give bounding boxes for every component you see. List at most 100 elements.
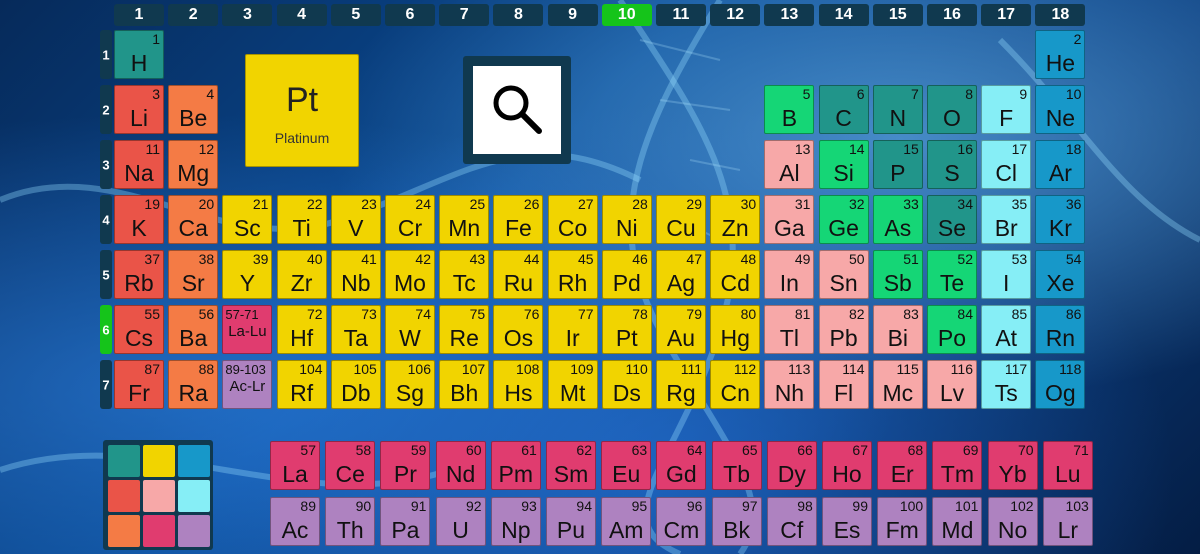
element-tile-sr[interactable]: 38 Sr — [168, 250, 219, 299]
element-tile-li[interactable]: 3 Li — [114, 85, 164, 134]
element-tile-fe[interactable]: 26 Fe — [493, 195, 544, 244]
group-header-9[interactable]: 9 — [547, 4, 598, 26]
element-tile-co[interactable]: 27 Co — [547, 195, 598, 244]
element-tile-ni[interactable]: 28 Ni — [601, 195, 652, 244]
group-header-8[interactable]: 8 — [493, 4, 544, 26]
element-tile-nh[interactable]: 113 Nh — [764, 360, 815, 409]
group-header-1[interactable]: 1 — [114, 4, 164, 26]
period-header-3[interactable]: 3 — [100, 140, 112, 189]
palette-swatch-pink[interactable] — [143, 480, 175, 512]
element-tile-n[interactable]: 7N — [872, 85, 923, 134]
element-tile-cs[interactable]: 55 Cs — [114, 305, 164, 354]
element-tile-og[interactable]: 118 Og — [1035, 360, 1086, 409]
element-tile-sn[interactable]: 50 Sn — [818, 250, 869, 299]
group-header-3[interactable]: 3 — [222, 4, 273, 26]
element-tile-sm[interactable]: 62 Sm — [546, 441, 596, 490]
element-tile-am[interactable]: 95 Am — [601, 497, 652, 546]
period-header-5[interactable]: 5 — [100, 250, 112, 299]
element-tile-kr[interactable]: 36 Kr — [1035, 195, 1086, 244]
element-tile-h[interactable]: 1H — [114, 30, 164, 79]
element-tile-br[interactable]: 35 Br — [981, 195, 1032, 244]
element-tile-np[interactable]: 93 Np — [490, 497, 541, 546]
element-tile-rh[interactable]: 45 Rh — [547, 250, 598, 299]
element-tile-es[interactable]: 99 Es — [822, 497, 872, 546]
element-tile-ba[interactable]: 56 Ba — [168, 305, 219, 354]
element-tile-si[interactable]: 14 Si — [818, 140, 869, 189]
element-tile-lv[interactable]: 116 Lv — [927, 360, 977, 409]
element-tile-mo[interactable]: 42 Mo — [385, 250, 435, 299]
element-tile-hf[interactable]: 72 Hf — [276, 305, 327, 354]
period-header-6[interactable]: 6 — [100, 305, 112, 354]
element-tile-lu[interactable]: 71 Lu — [1042, 441, 1093, 490]
element-tile-k[interactable]: 19 K — [114, 195, 164, 244]
element-tile-ts[interactable]: 117 Ts — [981, 360, 1032, 409]
element-tile-ne[interactable]: 10 Ne — [1035, 85, 1086, 134]
element-tile-no[interactable]: 102 No — [987, 497, 1038, 546]
element-tile-f[interactable]: 9F — [981, 85, 1032, 134]
element-tile-as[interactable]: 33 As — [872, 195, 923, 244]
element-tile-cd[interactable]: 48 Cd — [710, 250, 761, 299]
element-tile-tb[interactable]: 65 Tb — [711, 441, 762, 490]
palette-swatch-cyan[interactable] — [178, 480, 210, 512]
element-tile-ru[interactable]: 44 Ru — [493, 250, 544, 299]
element-tile-fr[interactable]: 87 Fr — [114, 360, 164, 409]
palette-swatch-orange[interactable] — [108, 515, 140, 547]
element-tile-cn[interactable]: 112 Cn — [710, 360, 761, 409]
group-header-2[interactable]: 2 — [168, 4, 219, 26]
group-header-14[interactable]: 14 — [818, 4, 869, 26]
element-tile-s[interactable]: 16 S — [927, 140, 977, 189]
element-tile-v[interactable]: 23 V — [330, 195, 381, 244]
element-tile-ra[interactable]: 88 Ra — [168, 360, 219, 409]
element-tile-fm[interactable]: 100 Fm — [877, 497, 928, 546]
element-tile-yb[interactable]: 70 Yb — [987, 441, 1038, 490]
element-tile-xe[interactable]: 54 Xe — [1035, 250, 1086, 299]
element-tile-na[interactable]: 11 Na — [114, 140, 164, 189]
element-tile-cf[interactable]: 98 Cf — [766, 497, 817, 546]
group-header-12[interactable]: 12 — [710, 4, 761, 26]
element-tile-er[interactable]: 68 Er — [877, 441, 928, 490]
group-header-4[interactable]: 4 — [276, 4, 327, 26]
element-tile-b[interactable]: 5B — [764, 85, 815, 134]
period-header-2[interactable]: 2 — [100, 85, 112, 134]
element-tile-pd[interactable]: 46 Pd — [601, 250, 652, 299]
element-tile-ti[interactable]: 22 Ti — [276, 195, 327, 244]
element-tile-ar[interactable]: 18 Ar — [1035, 140, 1086, 189]
element-tile-re[interactable]: 75 Re — [439, 305, 490, 354]
period-header-4[interactable]: 4 — [100, 195, 112, 244]
element-tile-os[interactable]: 76 Os — [493, 305, 544, 354]
group-header-7[interactable]: 7 — [439, 4, 490, 26]
palette-swatch-teal[interactable] — [108, 445, 140, 477]
element-tile-gd[interactable]: 64 Gd — [656, 441, 707, 490]
group-header-15[interactable]: 15 — [872, 4, 923, 26]
element-tile-mn[interactable]: 25 Mn — [439, 195, 490, 244]
element-tile-u[interactable]: 92 U — [435, 497, 486, 546]
element-tile-rn[interactable]: 86 Rn — [1035, 305, 1086, 354]
element-tile-p[interactable]: 15 P — [872, 140, 923, 189]
element-tile-cm[interactable]: 96 Cm — [656, 497, 707, 546]
element-tile-pr[interactable]: 59 Pr — [380, 441, 431, 490]
palette-swatch-red[interactable] — [108, 480, 140, 512]
element-tile-md[interactable]: 101 Md — [932, 497, 983, 546]
element-tile-tm[interactable]: 69 Tm — [932, 441, 983, 490]
element-tile-mg[interactable]: 12 Mg — [168, 140, 219, 189]
element-tile-nb[interactable]: 41 Nb — [330, 250, 381, 299]
element-tile-se[interactable]: 34 Se — [927, 195, 977, 244]
search-button[interactable] — [463, 56, 571, 164]
element-tile-hg[interactable]: 80 Hg — [710, 305, 761, 354]
element-tile-ac-lr[interactable]: 89-103 Ac-Lr — [222, 360, 273, 409]
element-tile-w[interactable]: 74 W — [385, 305, 435, 354]
palette-swatch-blue[interactable] — [178, 445, 210, 477]
element-tile-ga[interactable]: 31 Ga — [764, 195, 815, 244]
period-header-7[interactable]: 7 — [100, 360, 112, 409]
element-tile-sb[interactable]: 51 Sb — [872, 250, 923, 299]
element-tile-cu[interactable]: 29 Cu — [656, 195, 706, 244]
element-tile-be[interactable]: 4 Be — [168, 85, 219, 134]
group-header-17[interactable]: 17 — [981, 4, 1032, 26]
element-tile-th[interactable]: 90 Th — [325, 497, 376, 546]
element-tile-ge[interactable]: 32 Ge — [818, 195, 869, 244]
group-header-11[interactable]: 11 — [656, 4, 706, 26]
element-tile-cl[interactable]: 17 Cl — [981, 140, 1032, 189]
element-tile-po[interactable]: 84 Po — [927, 305, 977, 354]
element-tile-pm[interactable]: 61 Pm — [490, 441, 541, 490]
element-tile-pb[interactable]: 82 Pb — [818, 305, 869, 354]
